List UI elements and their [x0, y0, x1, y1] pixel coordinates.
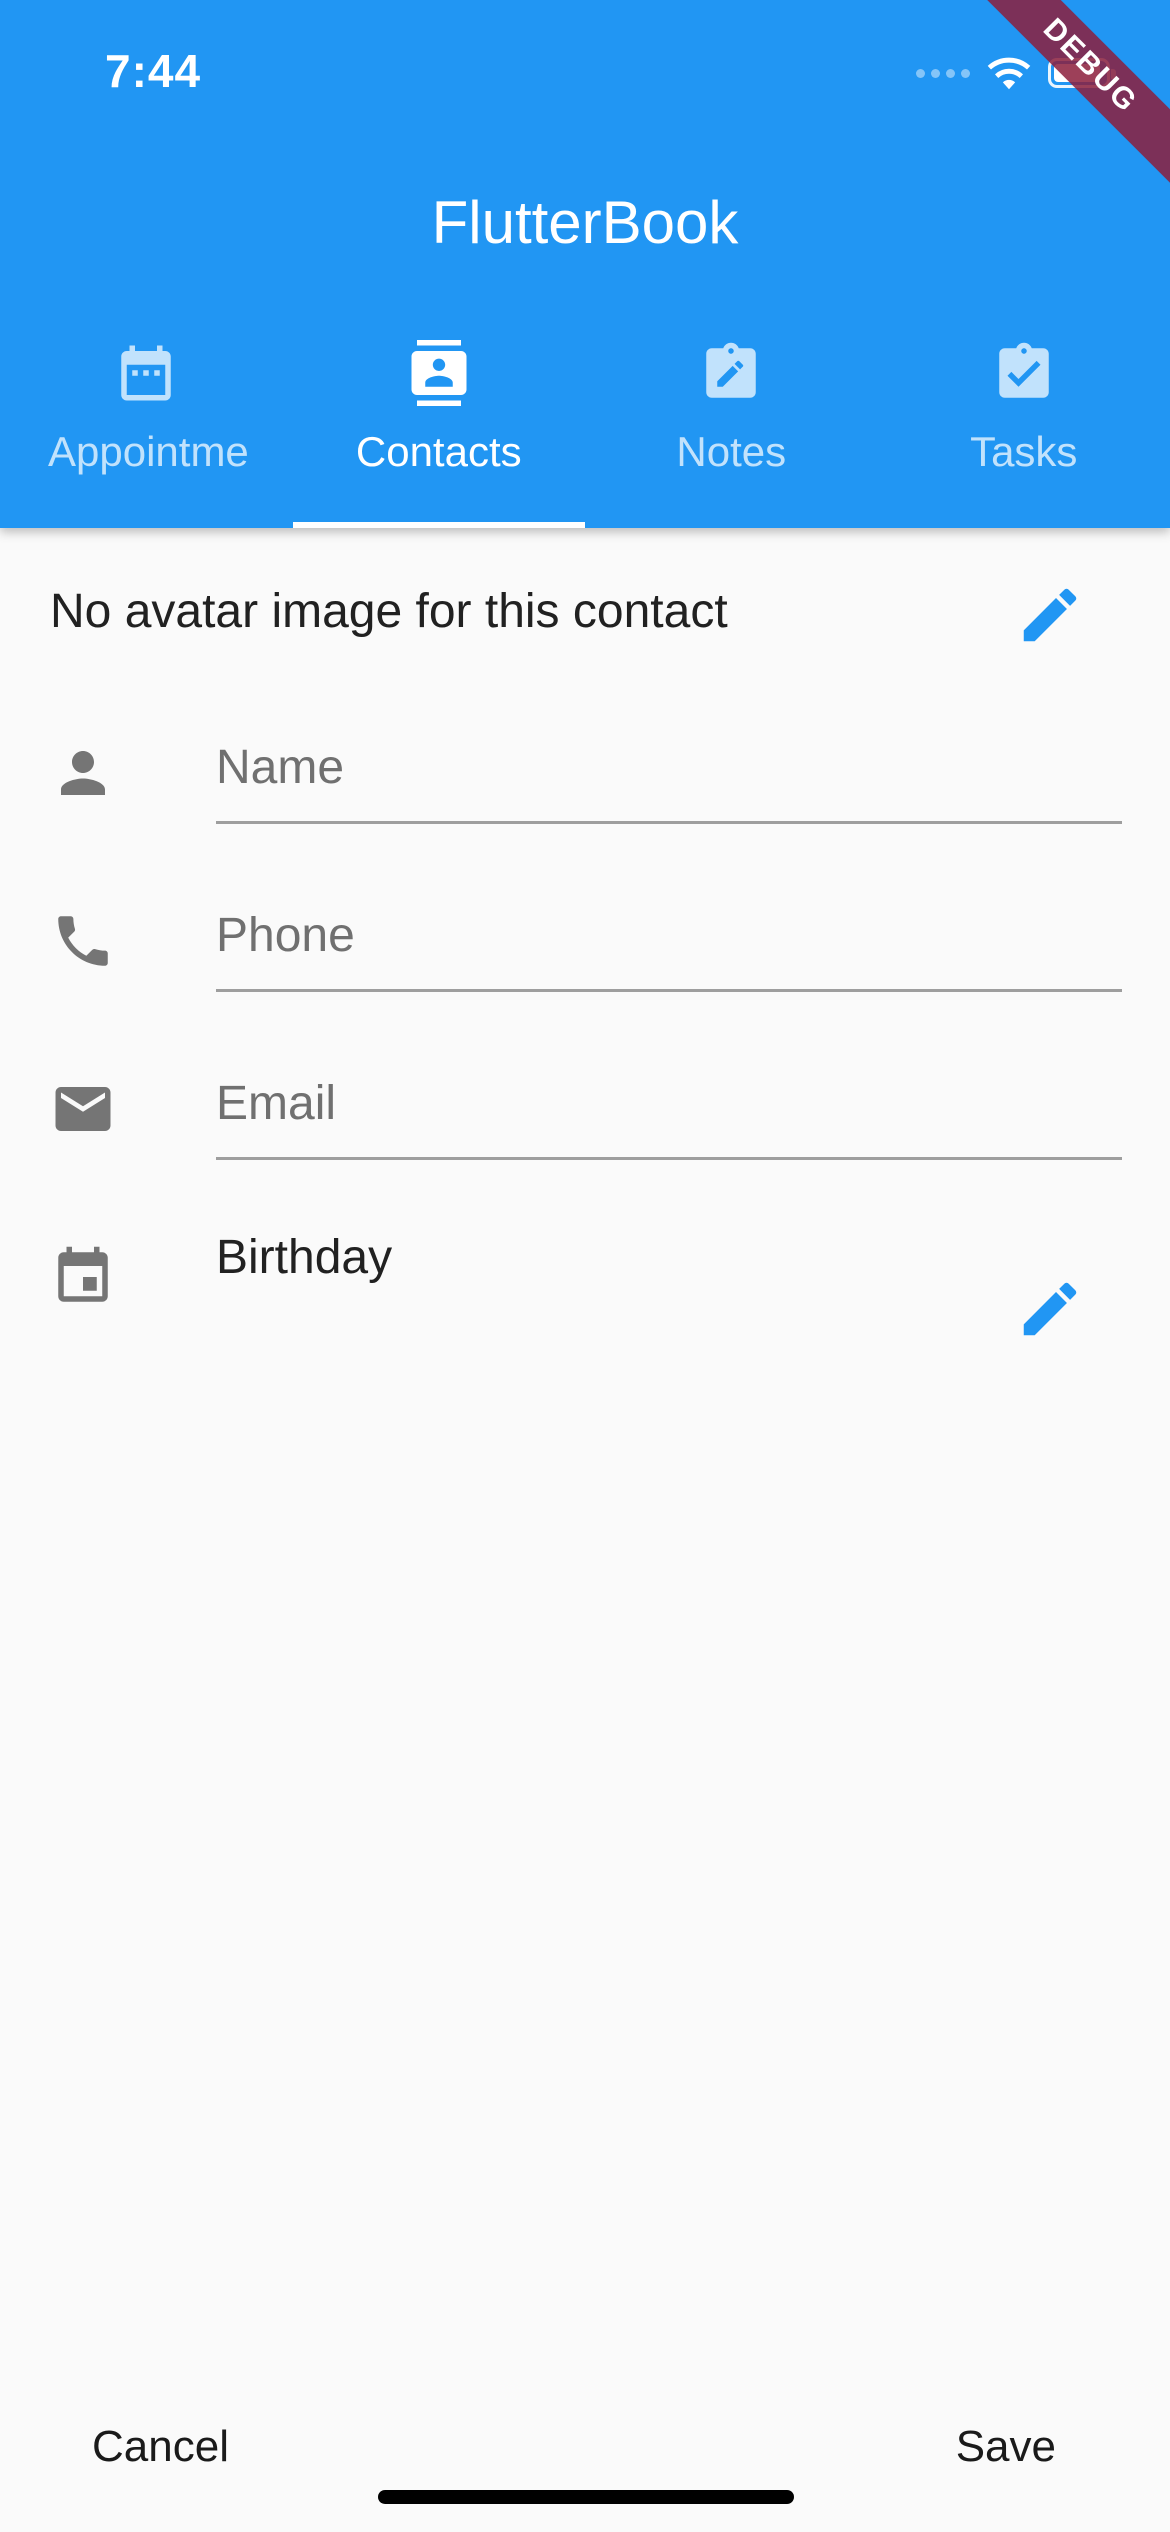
- birthday-label: Birthday: [216, 1231, 393, 1284]
- tab-notes[interactable]: Notes: [585, 330, 878, 528]
- tab-label: Contacts: [355, 428, 522, 475]
- name-row: [0, 700, 1170, 868]
- tab-appointments[interactable]: Appointments: [0, 330, 293, 528]
- home-indicator[interactable]: [378, 2490, 794, 2504]
- email-input[interactable]: [216, 1050, 1122, 1160]
- birthday-row: Birthday: [0, 1204, 1170, 1372]
- person-icon: [61, 751, 105, 795]
- name-input[interactable]: [216, 714, 1122, 824]
- tab-label: Appointments: [48, 428, 248, 475]
- cancel-button[interactable]: Cancel: [92, 2422, 229, 2472]
- avatar-row: No avatar image for this contact: [0, 560, 1170, 670]
- status-time: 7:44: [105, 45, 202, 97]
- page-title: FlutterBook: [431, 189, 739, 256]
- tab-bar: Appointments Contacts Notes Tasks: [0, 330, 1170, 528]
- save-button[interactable]: Save: [956, 2422, 1056, 2472]
- email-icon: [55, 1087, 111, 1131]
- contact-edit-screen: 7:44 FlutterBook Appointments: [0, 0, 1170, 2532]
- avatar-status-text: No avatar image for this contact: [50, 585, 728, 638]
- wifi-icon: [987, 57, 1031, 90]
- email-row: [0, 1036, 1170, 1204]
- task-check-icon: [999, 342, 1049, 398]
- cellular-signal-icon: [916, 68, 970, 78]
- contacts-icon: [411, 340, 467, 406]
- tab-tasks[interactable]: Tasks: [878, 330, 1170, 528]
- app-bar: 7:44 FlutterBook Appointments: [0, 0, 1170, 528]
- edit-avatar-button[interactable]: [1015, 580, 1085, 650]
- note-edit-icon: [706, 342, 756, 398]
- tab-label: Tasks: [970, 428, 1078, 475]
- phone-row: [0, 868, 1170, 1036]
- phone-input[interactable]: [216, 882, 1122, 992]
- calendar-icon: [121, 345, 171, 401]
- edit-birthday-button[interactable]: [1015, 1274, 1085, 1344]
- event-calendar-icon: [58, 1246, 108, 1302]
- tab-label: Notes: [676, 428, 787, 475]
- phone-icon: [58, 916, 108, 966]
- tab-contacts[interactable]: Contacts: [292, 330, 585, 528]
- active-tab-indicator: [292, 522, 585, 528]
